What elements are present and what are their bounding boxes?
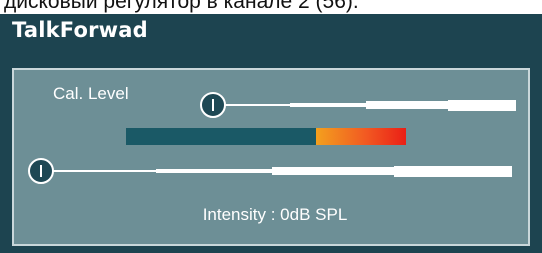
- cal-level-track-thick: [366, 101, 450, 109]
- cal-level-knob[interactable]: [200, 92, 226, 118]
- talkforward-window: TalkForwad Cal. Level Intensity: 0dB SP…: [0, 14, 542, 253]
- intensity-track-mid: [156, 169, 276, 173]
- intensity-knob[interactable]: [28, 158, 54, 184]
- intensity-readout: Intensity : 0dB SPL: [202, 205, 348, 224]
- intensity-track-end: [394, 166, 512, 177]
- level-meter: [126, 128, 406, 145]
- intensity-track-thin: [42, 170, 162, 172]
- cal-level-label: Cal. Level: [53, 84, 129, 103]
- talkforward-panel: Cal. Level Intensity : 0dB SPL: [12, 68, 530, 246]
- title-bar: TalkForwad: [0, 14, 542, 52]
- caption-text: дисковый регулятор в канале 2 (56).: [4, 0, 359, 13]
- intensity-track-thick: [272, 167, 398, 175]
- cal-level-track-mid: [290, 103, 370, 107]
- level-meter-hot-zone: [316, 128, 406, 145]
- intensity-slider[interactable]: [28, 158, 518, 184]
- window-title: TalkForwad: [12, 18, 148, 42]
- cal-level-slider[interactable]: [200, 92, 516, 118]
- cal-level-track-end: [448, 100, 516, 111]
- page: дисковый регулятор в канале 2 (56). Talk…: [0, 0, 542, 253]
